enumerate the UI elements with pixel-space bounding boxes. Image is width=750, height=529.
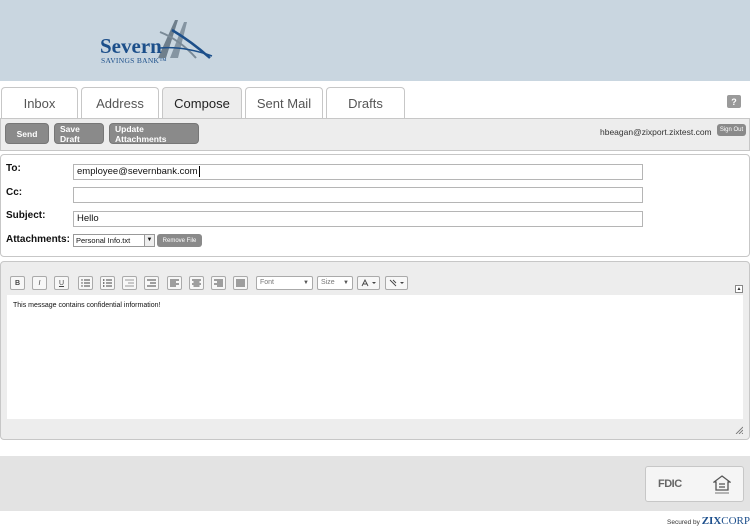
collapse-toolbar-icon[interactable]: ▲ [735, 285, 743, 293]
italic-button[interactable]: I [32, 276, 47, 290]
size-select[interactable]: Size ▼ [317, 276, 353, 290]
font-select-label: Font [260, 279, 275, 286]
align-justify-icon[interactable] [233, 276, 248, 290]
chevron-down-icon: ▼ [303, 280, 309, 286]
brand-subtitle: SAVINGS BANK™ [101, 56, 167, 65]
to-input[interactable]: employee@severnbank.com [73, 164, 643, 180]
tab-compose[interactable]: Compose [162, 87, 242, 119]
attachment-select[interactable]: Personal Info.txt ▼ [73, 234, 155, 247]
editor-toolbar: B I U Font ▼ Size ▼ [1, 276, 749, 292]
bold-button[interactable]: B [10, 276, 25, 290]
subject-input[interactable]: Hello [73, 211, 643, 227]
compliance-badges: FDIC [645, 466, 744, 502]
tab-address[interactable]: Address [81, 87, 159, 118]
indent-icon[interactable] [144, 276, 159, 290]
message-body-editor[interactable]: This message contains confidential infor… [7, 295, 743, 419]
size-select-label: Size [321, 279, 335, 286]
align-left-icon[interactable] [167, 276, 182, 290]
cc-input[interactable] [73, 187, 643, 203]
tab-inbox[interactable]: Inbox [1, 87, 78, 118]
equal-housing-lender-icon [713, 475, 731, 494]
cc-label: Cc: [6, 187, 23, 198]
subject-label: Subject: [6, 210, 46, 221]
to-label: To: [6, 163, 21, 174]
secured-by-zixcorp: Secured by ZIXCORP [667, 515, 750, 527]
save-draft-button[interactable]: Save Draft [54, 123, 104, 144]
help-button[interactable]: ? [727, 95, 741, 108]
highlight-icon[interactable] [385, 276, 408, 290]
update-attachments-button[interactable]: Update Attachments [109, 123, 199, 144]
unordered-list-icon[interactable] [100, 276, 115, 290]
message-body-text: This message contains confidential infor… [13, 302, 161, 309]
tab-drafts[interactable]: Drafts [326, 87, 405, 118]
ordered-list-icon[interactable] [78, 276, 93, 290]
user-email: hbeagan@zixport.zixtest.com [600, 127, 712, 137]
chevron-down-icon[interactable]: ▼ [144, 235, 154, 246]
message-fields: To: employee@severnbank.com Cc: Subject:… [0, 154, 750, 257]
page-footer [0, 456, 750, 511]
attachment-selected: Personal Info.txt [76, 236, 131, 245]
underline-button[interactable]: U [54, 276, 69, 290]
align-center-icon[interactable] [189, 276, 204, 290]
to-value: employee@severnbank.com [77, 166, 198, 177]
corp-logo-text: CORP [721, 515, 750, 527]
outdent-icon[interactable] [122, 276, 137, 290]
main-tabs: Inbox Address Compose Sent Mail Drafts [0, 87, 750, 119]
fdic-logo: FDIC [658, 478, 682, 490]
remove-file-button[interactable]: Remove File [157, 234, 202, 247]
sign-out-button[interactable]: Sign Out [717, 124, 746, 136]
compose-toolbar: Send Save Draft Update Attachments hbeag… [0, 118, 750, 151]
chevron-down-icon: ▼ [343, 280, 349, 286]
font-select[interactable]: Font ▼ [256, 276, 313, 290]
zix-logo-text: ZIX [701, 515, 722, 527]
attachments-label: Attachments: [6, 234, 70, 245]
resize-grip-icon[interactable] [735, 426, 743, 434]
message-editor: B I U Font ▼ Size ▼ ▲ This message conta… [0, 261, 750, 440]
text-color-icon[interactable] [357, 276, 380, 290]
send-button[interactable]: Send [5, 123, 49, 144]
page-header: Severn SAVINGS BANK™ [0, 0, 750, 81]
secured-by-label: Secured by [667, 519, 700, 526]
tab-sent-mail[interactable]: Sent Mail [245, 87, 323, 118]
align-right-icon[interactable] [211, 276, 226, 290]
